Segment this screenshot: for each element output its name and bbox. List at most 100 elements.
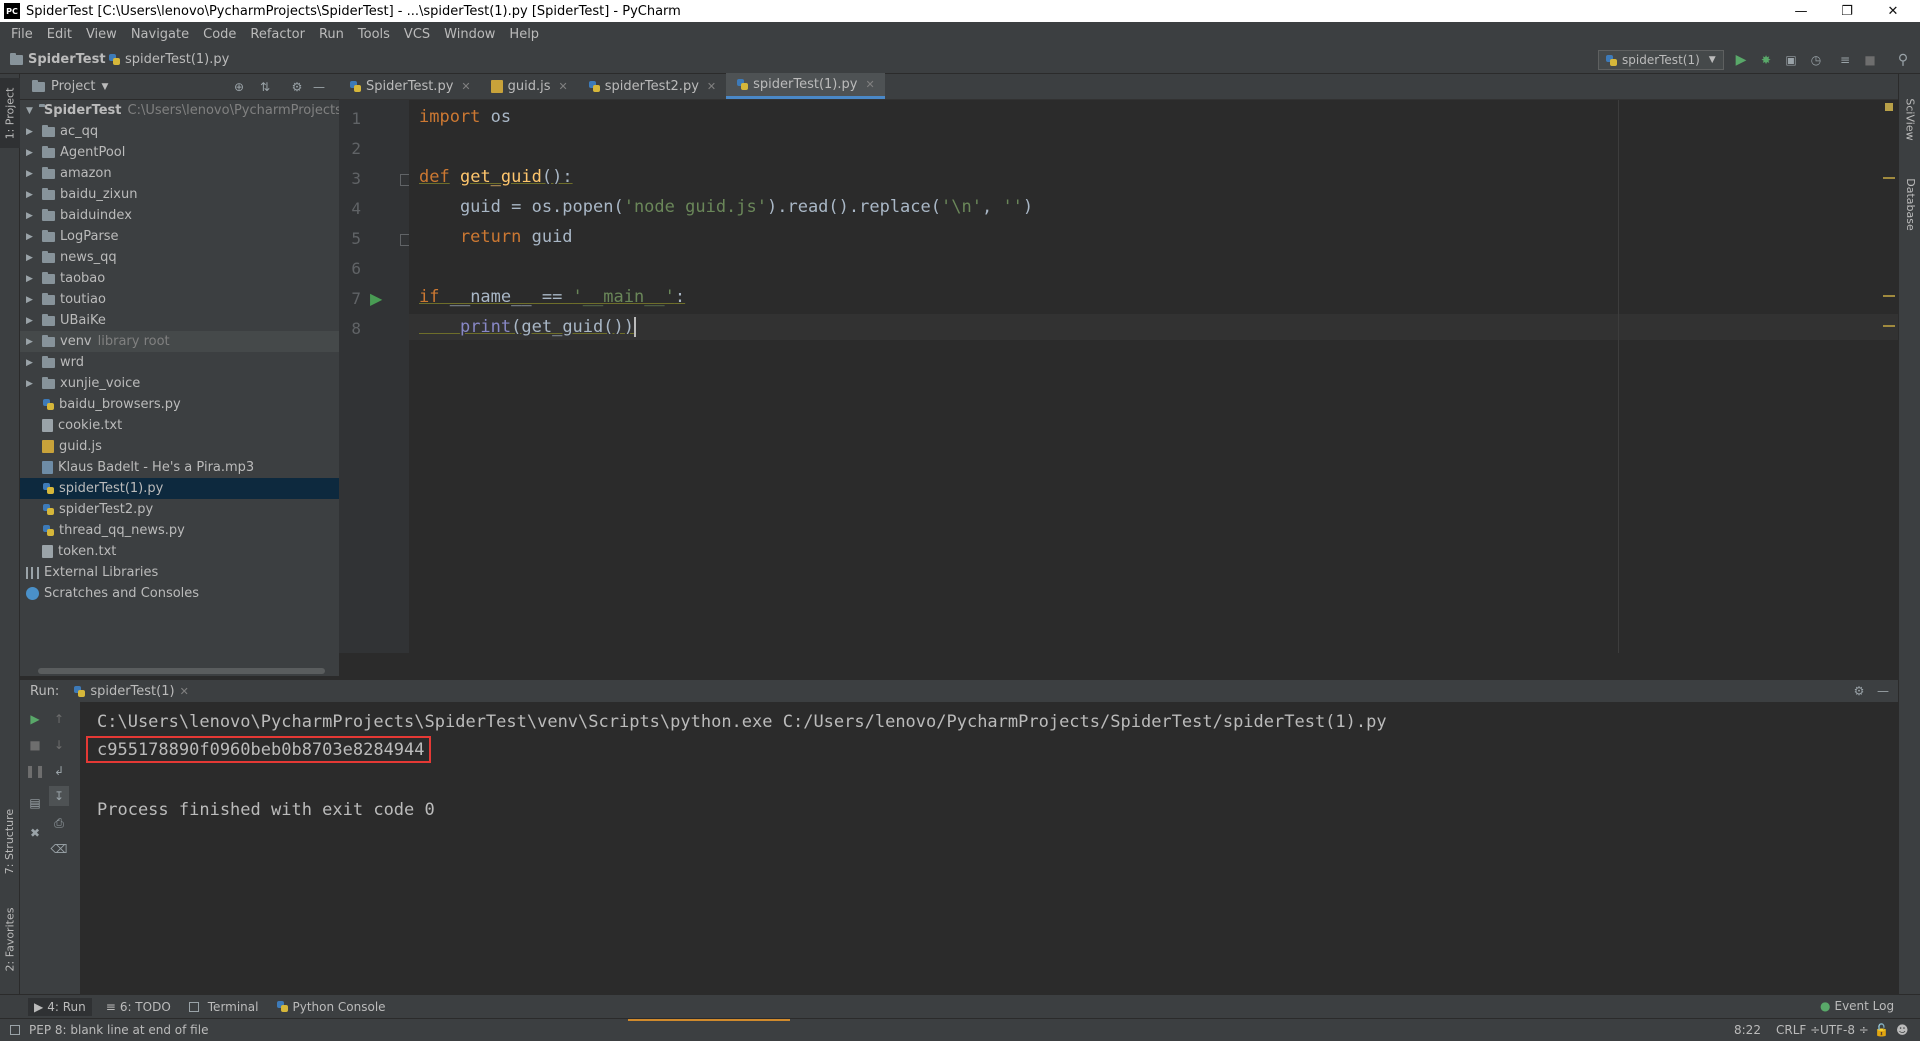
line-separator-select[interactable]: CRLF ÷ <box>1776 1023 1820 1037</box>
project-view-select[interactable]: Project <box>51 79 95 94</box>
concurrency-icon[interactable]: ≡ <box>1838 53 1852 67</box>
tree-external-libraries[interactable]: External Libraries <box>20 562 339 583</box>
stop-icon[interactable]: ■ <box>1863 53 1877 67</box>
tree-folder-row[interactable]: ▶ wrd <box>20 352 339 373</box>
coverage-icon[interactable]: ▣ <box>1784 53 1798 67</box>
tab-spidertest1-py[interactable]: spiderTest(1).py ✕ <box>726 73 885 99</box>
error-stripe-mark[interactable] <box>1883 177 1895 179</box>
profile-icon[interactable]: ◷ <box>1809 53 1823 67</box>
error-stripe-mark[interactable] <box>1883 295 1895 297</box>
sciview-tool-tab[interactable]: SciView <box>1899 84 1920 154</box>
tree-root[interactable]: ▼ SpiderTest C:\Users\lenovo\PycharmProj… <box>20 100 375 121</box>
menu-refactor[interactable]: Refactor <box>243 27 312 42</box>
favorites-tool-tab[interactable]: 2: Favorites <box>0 894 20 984</box>
breadcrumb-file[interactable]: spiderTest(1).py <box>108 52 229 67</box>
soft-wrap-icon[interactable]: ↲ <box>52 764 66 778</box>
run-tool-button[interactable]: ▶ 4: Run <box>28 997 92 1016</box>
print-icon[interactable]: ⎙ <box>52 816 66 830</box>
menu-vcs[interactable]: VCS <box>397 27 437 42</box>
tree-folder-row[interactable]: ▶ baidu_zixun <box>20 184 339 205</box>
locate-icon[interactable]: ⊕ <box>232 80 246 94</box>
tree-file-row[interactable]: guid.js <box>20 436 339 457</box>
restore-icon[interactable]: ❐ <box>1824 0 1870 22</box>
stop-icon[interactable]: ■ <box>28 738 42 752</box>
error-stripe-mark[interactable] <box>1883 325 1895 327</box>
close-tab-icon[interactable]: ✕ <box>707 80 716 93</box>
tree-file-row[interactable]: Klaus Badelt - He's a Pira.mp3 <box>20 457 339 478</box>
up-arrow-icon[interactable]: ↑ <box>52 712 66 726</box>
tree-file-row[interactable]: thread_qq_news.py <box>20 520 339 541</box>
tree-folder-row[interactable]: ▶ news_qq <box>20 247 339 268</box>
menu-file[interactable]: File <box>4 27 40 42</box>
caret-position[interactable]: 8:22 <box>1734 1023 1761 1037</box>
todo-tool-button[interactable]: ≡ 6: TODO <box>106 1000 171 1014</box>
tab-spidertest-py[interactable]: SpiderTest.py ✕ <box>339 73 481 99</box>
search-everywhere-icon[interactable]: ⚲ <box>1896 52 1910 68</box>
run-console[interactable]: C:\Users\lenovo\PycharmProjects\SpiderTe… <box>80 702 1898 994</box>
terminal-tool-button[interactable]: Terminal <box>188 1000 258 1014</box>
hide-panel-icon[interactable]: — <box>312 80 326 94</box>
event-log-button[interactable]: ● Event Log <box>1820 999 1894 1013</box>
tree-file-row[interactable]: spiderTest2.py <box>20 499 339 520</box>
horizontal-scrollbar[interactable] <box>38 668 325 674</box>
tree-file-row-selected[interactable]: spiderTest(1).py <box>20 478 339 499</box>
close-tab-icon[interactable]: ✕ <box>461 80 470 93</box>
close-tab-icon[interactable]: ✕ <box>865 78 874 91</box>
lock-icon[interactable]: 🔓 <box>1874 1023 1889 1037</box>
structure-tool-tab[interactable]: 7: Structure <box>0 796 20 886</box>
collapse-all-icon[interactable]: ⇅ <box>258 80 272 94</box>
down-arrow-icon[interactable]: ↓ <box>52 738 66 752</box>
run-config-select[interactable]: spiderTest(1) ▼ <box>1598 50 1724 70</box>
scroll-to-end-icon[interactable]: ↧ <box>49 786 69 806</box>
menu-help[interactable]: Help <box>502 27 546 42</box>
menu-edit[interactable]: Edit <box>40 27 79 42</box>
gear-icon[interactable]: ⚙ <box>1852 684 1866 698</box>
close-tab-icon[interactable]: ✕ <box>180 685 189 698</box>
run-gutter-icon[interactable]: ▶ <box>370 289 382 308</box>
hide-panel-icon[interactable]: — <box>1876 684 1890 698</box>
database-tool-tab[interactable]: Database <box>1899 164 1920 244</box>
project-tool-tab[interactable]: 1: Project <box>0 78 20 148</box>
python-console-tool-button[interactable]: Python Console <box>276 1000 386 1014</box>
gear-icon[interactable]: ⚙ <box>290 80 304 94</box>
tree-scratches[interactable]: Scratches and Consoles <box>20 583 339 604</box>
inspector-icon[interactable]: ☻ <box>1896 1023 1909 1037</box>
trash-icon[interactable]: ⌫ <box>51 842 68 856</box>
layout-icon[interactable]: ▤ <box>28 796 42 810</box>
tab-guid-js[interactable]: guid.js ✕ <box>481 73 578 99</box>
rerun-icon[interactable]: ▶ <box>28 712 42 726</box>
breadcrumb-project[interactable]: SpiderTest <box>10 52 106 67</box>
run-icon[interactable]: ▶ <box>1734 52 1748 68</box>
tree-folder-row[interactable]: ▶ amazon <box>20 163 339 184</box>
run-tab[interactable]: spiderTest(1) ✕ <box>73 684 189 699</box>
tree-folder-row[interactable]: ▶ toutiao <box>20 289 339 310</box>
tree-folder-row[interactable]: ▶ baiduindex <box>20 205 339 226</box>
tree-folder-row[interactable]: ▶ taobao <box>20 268 339 289</box>
tree-folder-row[interactable]: ▶ xunjie_voice <box>20 373 339 394</box>
menu-run[interactable]: Run <box>312 27 351 42</box>
menu-tools[interactable]: Tools <box>351 27 397 42</box>
tree-folder-row[interactable]: ▶ ac_qq <box>20 121 339 142</box>
menu-view[interactable]: View <box>79 27 124 42</box>
pause-icon[interactable]: ❚❚ <box>25 764 45 778</box>
close-window-icon[interactable]: ✕ <box>1870 0 1916 22</box>
tree-folder-row[interactable]: ▶ UBaiKe <box>20 310 339 331</box>
code-editor[interactable]: import os def get_guid(): guid = os.pope… <box>409 100 1898 653</box>
minimize-icon[interactable]: — <box>1778 0 1824 22</box>
menu-navigate[interactable]: Navigate <box>124 27 196 42</box>
tree-folder-row-venv[interactable]: ▶ venv library root <box>20 331 339 352</box>
tab-spidertest2-py[interactable]: spiderTest2.py ✕ <box>578 73 726 99</box>
status-toggle-icon[interactable] <box>10 1025 20 1035</box>
debug-icon[interactable]: ✸ <box>1759 53 1773 67</box>
tree-file-row[interactable]: token.txt <box>20 541 339 562</box>
inspection-status-icon[interactable] <box>1885 103 1893 111</box>
tree-file-row[interactable]: cookie.txt <box>20 415 339 436</box>
tree-folder-row[interactable]: ▶ AgentPool <box>20 142 339 163</box>
pin-icon[interactable]: ✖ <box>28 826 42 840</box>
encoding-select[interactable]: UTF-8 ÷ <box>1820 1023 1869 1037</box>
tree-folder-row[interactable]: ▶ LogParse <box>20 226 339 247</box>
tree-file-row[interactable]: baidu_browsers.py <box>20 394 339 415</box>
menu-window[interactable]: Window <box>437 27 502 42</box>
close-tab-icon[interactable]: ✕ <box>558 80 567 93</box>
menu-code[interactable]: Code <box>196 27 243 42</box>
